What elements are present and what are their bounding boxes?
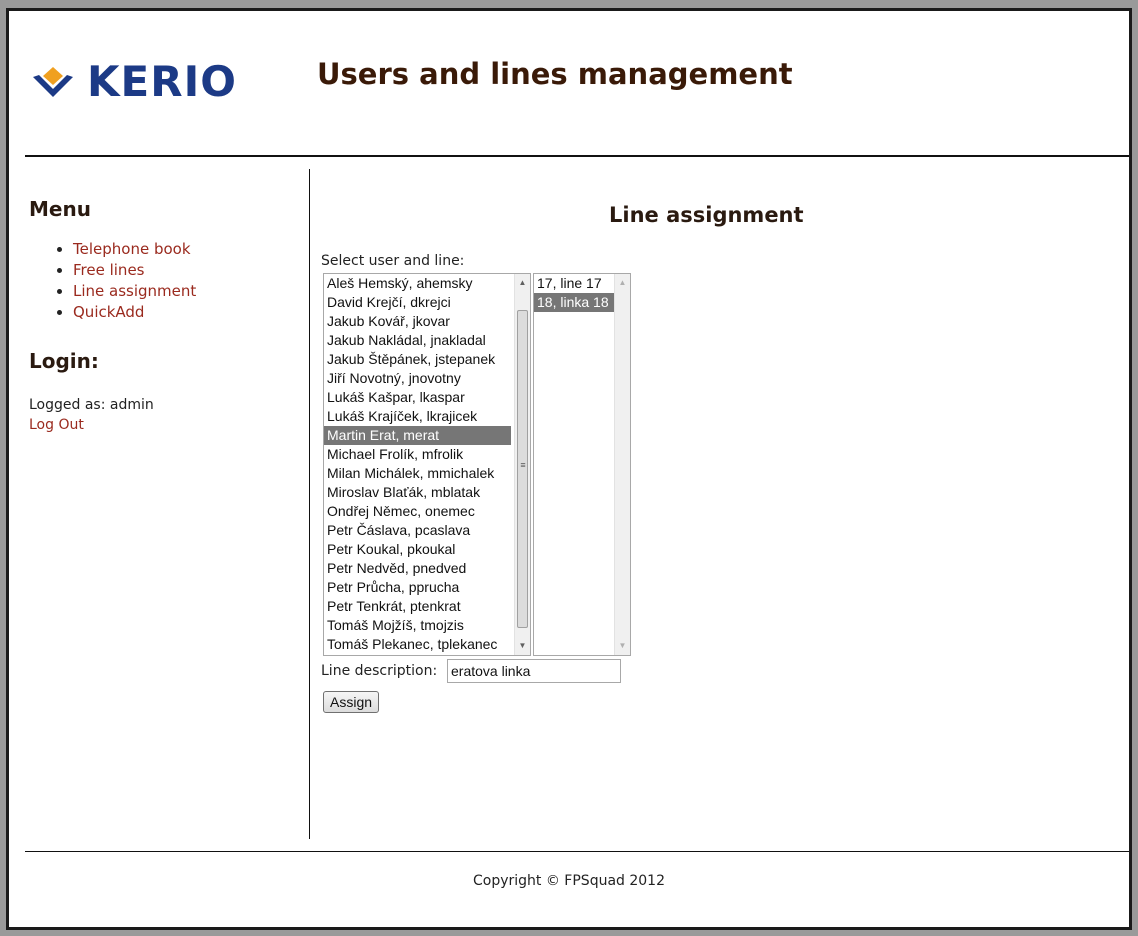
scrollbar-thumb[interactable]: ≡	[517, 310, 528, 628]
sidebar: Menu Telephone book Free lines Line assi…	[29, 197, 299, 433]
header-divider	[25, 155, 1129, 157]
section-title: Line assignment	[609, 203, 804, 227]
menu-item-quickadd: QuickAdd	[73, 302, 299, 323]
user-option[interactable]: Petr Čáslava, pcaslava	[324, 521, 511, 540]
free-lines-link[interactable]: Free lines	[73, 261, 144, 279]
user-option[interactable]: Jakub Kovář, jkovar	[324, 312, 511, 331]
quickadd-link[interactable]: QuickAdd	[73, 303, 144, 321]
login-heading: Login:	[29, 349, 99, 373]
line-description-input[interactable]	[447, 659, 621, 683]
user-option[interactable]: Jiří Novotný, jnovotny	[324, 369, 511, 388]
user-option[interactable]: David Krejčí, dkrejci	[324, 293, 511, 312]
logged-as-text: Logged as: admin	[29, 397, 154, 413]
menu-heading: Menu	[29, 197, 91, 221]
line-listbox[interactable]: 17, line 17 18, linka 18 ▲ ▼	[533, 273, 631, 656]
user-option[interactable]: Aleš Hemský, ahemsky	[324, 274, 511, 293]
user-option[interactable]: Jakub Nakládal, jnakladal	[324, 331, 511, 350]
grip-icon: ≡	[520, 460, 526, 470]
logo-text: KERIO	[87, 57, 237, 106]
user-option[interactable]: Lukáš Kašpar, lkaspar	[324, 388, 511, 407]
footer-divider	[25, 851, 1129, 852]
user-option[interactable]: Ondřej Němec, onemec	[324, 502, 511, 521]
line-option[interactable]: 17, line 17	[534, 274, 615, 293]
scroll-up-arrow-icon[interactable]: ▲	[515, 276, 530, 290]
menu-item-free-lines: Free lines	[73, 260, 299, 281]
select-user-line-label: Select user and line:	[321, 253, 465, 269]
user-option[interactable]: Michael Frolík, mfrolik	[324, 445, 511, 464]
scroll-up-arrow-icon[interactable]: ▲	[615, 276, 630, 290]
user-listbox[interactable]: Aleš Hemský, ahemsky David Krejčí, dkrej…	[323, 273, 531, 656]
user-option[interactable]: Petr Nedvěd, pnedved	[324, 559, 511, 578]
scroll-down-arrow-icon[interactable]: ▼	[615, 639, 630, 653]
line-option-selected[interactable]: 18, linka 18	[534, 293, 615, 312]
user-option[interactable]: Petr Průcha, pprucha	[324, 578, 511, 597]
copyright-text: Copyright © FPSquad 2012	[473, 873, 665, 889]
assign-button[interactable]: Assign	[323, 691, 380, 713]
page-frame: KERIO Users and lines management Menu Te…	[6, 8, 1132, 930]
page-title: Users and lines management	[317, 57, 793, 91]
menu-item-line-assignment: Line assignment	[73, 281, 299, 302]
menu-item-telephone-book: Telephone book	[73, 239, 299, 260]
user-option[interactable]: Lukáš Krajíček, lkrajicek	[324, 407, 511, 426]
telephone-book-link[interactable]: Telephone book	[73, 240, 191, 258]
kerio-logo: KERIO	[31, 61, 237, 103]
line-assignment-link[interactable]: Line assignment	[73, 282, 196, 300]
user-option-selected[interactable]: Martin Erat, merat	[324, 426, 511, 445]
user-list-scrollbar[interactable]: ▲ ≡ ▼	[514, 274, 530, 655]
user-option[interactable]: Tomáš Plekanec, tplekanec	[324, 635, 511, 654]
user-option[interactable]: Tomáš Mojžíš, tmojzis	[324, 616, 511, 635]
scroll-down-arrow-icon[interactable]: ▼	[515, 639, 530, 653]
user-option[interactable]: Jakub Štěpánek, jstepanek	[324, 350, 511, 369]
kerio-chevron-icon	[33, 67, 73, 97]
user-option[interactable]: Petr Tenkrát, ptenkrat	[324, 597, 511, 616]
line-list-scrollbar[interactable]: ▲ ▼	[614, 274, 630, 655]
user-option[interactable]: Milan Michálek, mmichalek	[324, 464, 511, 483]
line-description-label: Line description:	[321, 663, 438, 679]
user-option[interactable]: Petr Koukal, pkoukal	[324, 540, 511, 559]
user-option[interactable]: Miroslav Blaťák, mblatak	[324, 483, 511, 502]
sidebar-divider	[309, 169, 310, 839]
logout-link[interactable]: Log Out	[29, 417, 299, 433]
menu-list: Telephone book Free lines Line assignmen…	[29, 239, 299, 323]
